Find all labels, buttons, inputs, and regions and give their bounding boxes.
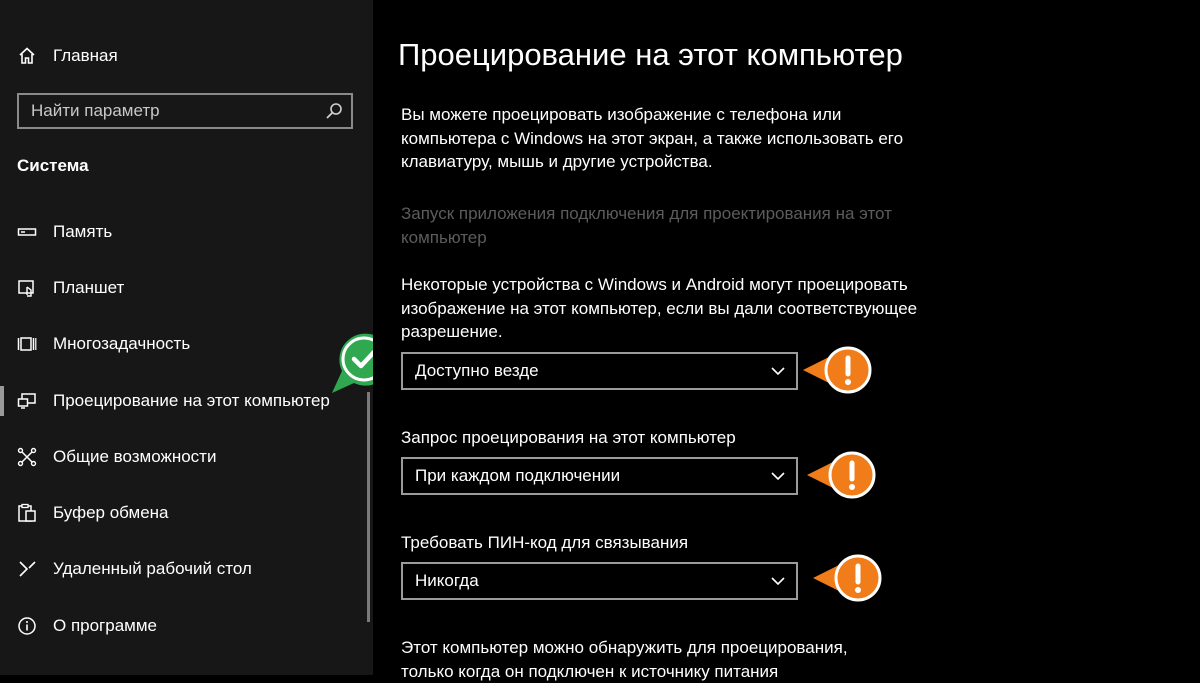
power-note: Этот компьютер можно обнаружить для прое… <box>401 638 848 681</box>
availability-description: Некоторые устройства с Windows и Android… <box>401 275 918 341</box>
section-title: Система <box>17 156 89 175</box>
remote-desktop-icon <box>16 558 38 580</box>
pin-value: Никогда <box>415 571 479 590</box>
chevron-down-icon <box>770 469 786 488</box>
main-content: Проецирование на этот компьютер Вы может… <box>373 0 1200 681</box>
pin-label: Требовать ПИН-код для связывания <box>401 533 689 552</box>
sidebar-item-label: Проецирование на этот компьютер <box>53 391 330 410</box>
chevron-down-icon <box>770 574 786 593</box>
clipboard-icon <box>16 502 38 524</box>
warning-badge-icon <box>813 554 882 602</box>
sidebar: Главная Система Память Планшет Многозада… <box>0 0 373 675</box>
warning-badge-icon <box>807 451 876 499</box>
sidebar-item-label: Буфер обмена <box>53 503 169 522</box>
sidebar-item-label: Удаленный рабочий стол <box>53 559 252 578</box>
sidebar-item-about[interactable]: О программе <box>0 606 373 646</box>
pin-dropdown[interactable]: Никогда <box>401 562 798 600</box>
search-icon[interactable] <box>325 102 343 125</box>
sidebar-item-projecting[interactable]: Проецирование на этот компьютер <box>0 381 373 421</box>
ask-label: Запрос проецирования на этот компьютер <box>401 428 736 447</box>
home-icon <box>16 45 38 67</box>
sidebar-item-tablet[interactable]: Планшет <box>0 268 373 308</box>
info-icon <box>16 615 38 637</box>
nav-home-label: Главная <box>53 46 118 65</box>
multitasking-icon <box>16 333 38 355</box>
page-title: Проецирование на этот компьютер <box>398 37 903 72</box>
ask-dropdown[interactable]: При каждом подключении <box>401 457 798 495</box>
shared-experiences-icon <box>16 446 38 468</box>
availability-dropdown[interactable]: Доступно везде <box>401 352 798 390</box>
sidebar-item-label: Общие возможности <box>53 447 217 466</box>
intro-text: Вы можете проецировать изображение с тел… <box>401 105 904 171</box>
sidebar-item-label: Планшет <box>53 278 125 297</box>
storage-icon <box>16 221 38 243</box>
nav-home[interactable]: Главная <box>0 36 373 76</box>
chevron-down-icon <box>770 364 786 383</box>
warning-badge-icon <box>803 346 872 394</box>
sidebar-item-label: Память <box>53 222 113 241</box>
sidebar-item-label: Многозадачность <box>53 334 191 353</box>
sidebar-item-shared-experiences[interactable]: Общие возможности <box>0 437 373 477</box>
sidebar-item-label: О программе <box>53 616 158 635</box>
sidebar-item-remote-desktop[interactable]: Удаленный рабочий стол <box>0 549 373 589</box>
sidebar-item-clipboard[interactable]: Буфер обмена <box>0 493 373 533</box>
sidebar-scrollbar[interactable] <box>367 392 370 622</box>
projecting-icon <box>16 390 38 412</box>
sidebar-item-storage[interactable]: Память <box>0 212 373 252</box>
availability-value: Доступно везде <box>415 361 539 380</box>
ask-value: При каждом подключении <box>415 466 621 485</box>
search-box[interactable] <box>17 93 353 129</box>
connect-app-link[interactable]: Запуск приложения подключения для проект… <box>401 202 941 249</box>
sidebar-item-multitasking[interactable]: Многозадачность <box>0 324 373 364</box>
search-input[interactable] <box>31 95 321 127</box>
tablet-icon <box>16 277 38 299</box>
